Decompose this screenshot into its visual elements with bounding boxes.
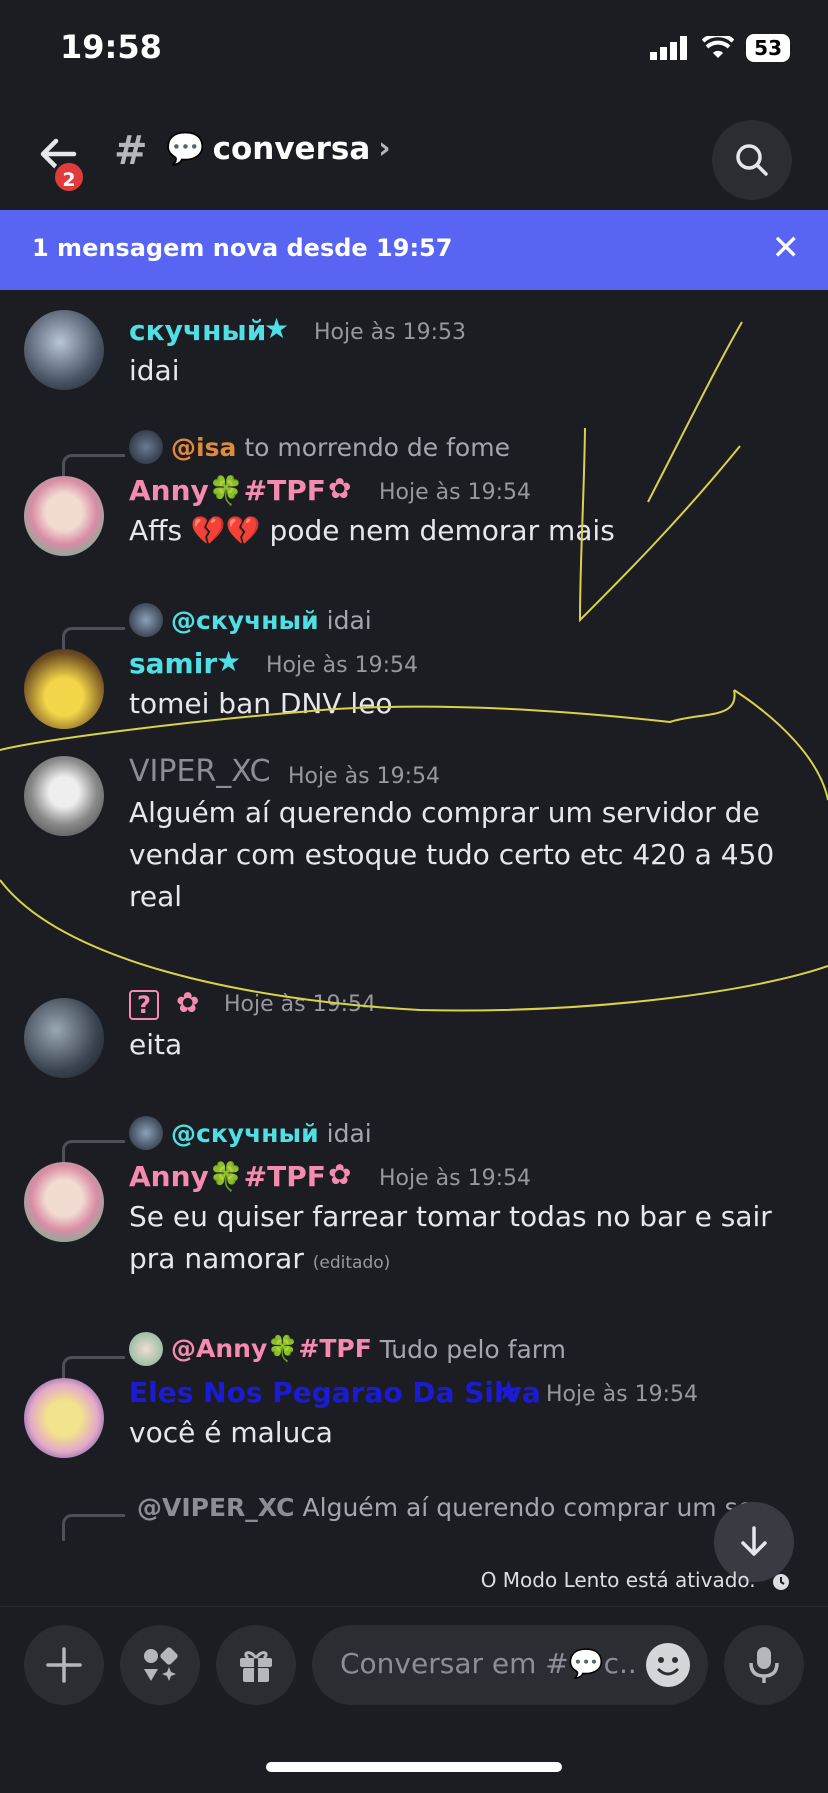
wifi-icon <box>702 36 735 58</box>
chevron-right-icon: › <box>378 131 391 166</box>
emoji-button[interactable] <box>646 1643 690 1687</box>
reply-text: to morrendo de fome <box>244 432 510 462</box>
edited-label: (editado) <box>312 1253 391 1273</box>
reply-preview[interactable]: @VIPER_XC Alguém aí querendo comprar um … <box>129 1490 749 1524</box>
reply-text: Alguém aí querendo comprar um servidor d… <box>302 1492 749 1522</box>
username[interactable]: Anny🍀#TPF <box>129 474 326 507</box>
message-text: Alguém aí querendo comprar um servidor d… <box>129 796 775 913</box>
reply-avatar <box>129 430 163 464</box>
avatar[interactable] <box>24 649 104 729</box>
hash-icon: # <box>114 128 148 174</box>
search-button[interactable] <box>712 120 792 200</box>
slow-mode-text: O Modo Lento está ativado. <box>480 1568 756 1592</box>
reply-text: idai <box>326 1118 372 1148</box>
username[interactable]: VIPER_XC <box>129 754 271 789</box>
reply-text: idai <box>326 605 372 635</box>
reply-username: @скучный <box>171 1118 319 1148</box>
message-text: você é maluca <box>129 1416 333 1449</box>
role-flower-icon: ✿ <box>328 472 352 505</box>
avatar[interactable] <box>24 310 104 390</box>
message-body: Se eu quiser farrear tomar todas no bar … <box>129 1200 772 1275</box>
reply-username: @isa <box>171 432 237 462</box>
username[interactable]: ? <box>129 990 159 1020</box>
avatar[interactable] <box>24 998 104 1078</box>
channel-name: conversa <box>212 130 371 167</box>
timestamp: Hoje às 19:54 <box>379 480 531 505</box>
home-indicator <box>266 1762 562 1772</box>
role-star-icon: ★ <box>264 312 290 345</box>
message-text: eita <box>129 1028 183 1061</box>
username[interactable]: Eles Nos Pegarao Da Silva <box>129 1376 541 1409</box>
gift-button[interactable] <box>216 1625 296 1705</box>
reply-connector <box>62 1514 125 1541</box>
role-flower-icon: ✿ <box>328 1158 352 1191</box>
apps-button[interactable] <box>120 1625 200 1705</box>
timestamp: Hoje às 19:54 <box>546 1382 698 1407</box>
message-input[interactable]: Conversar em #💬c.. <box>312 1625 708 1705</box>
reply-avatar <box>129 1116 163 1150</box>
message-input-placeholder: Conversar em #💬c.. <box>340 1647 637 1680</box>
slow-mode-notice: O Modo Lento está ativado. <box>481 1568 790 1592</box>
timestamp: Hoje às 19:53 <box>314 320 466 345</box>
message-text: idai <box>129 354 180 387</box>
message-text: Affs 💔💔 pode nem demorar mais <box>129 514 615 547</box>
add-attachment-button[interactable] <box>24 1625 104 1705</box>
avatar[interactable] <box>24 476 104 556</box>
gift-icon <box>240 1651 272 1682</box>
username[interactable]: скучный <box>129 314 266 347</box>
avatar[interactable] <box>24 1378 104 1458</box>
channel-header: 2 # 💬 conversa › <box>0 100 828 210</box>
signal-icon <box>650 36 688 60</box>
avatar[interactable] <box>24 756 104 836</box>
role-flower-icon: ✿ <box>176 986 200 1019</box>
avatar[interactable] <box>24 1162 104 1242</box>
reply-username: @VIPER_XC <box>137 1492 295 1522</box>
message-text: tomei ban DNV leo <box>129 687 393 720</box>
message-text: Se eu quiser farrear tomar todas no bar … <box>129 1196 779 1284</box>
reply-avatar <box>129 603 163 637</box>
voice-message-button[interactable] <box>724 1625 804 1705</box>
speech-bubble-icon: 💬 <box>166 131 205 167</box>
battery-indicator: 53 <box>746 34 790 62</box>
apps-icon <box>144 1647 178 1681</box>
status-icons: 53 <box>650 34 790 62</box>
username[interactable]: Anny🍀#TPF <box>129 1160 326 1193</box>
reply-preview[interactable]: @isa to morrendo de fome <box>129 430 510 464</box>
new-messages-text: 1 mensagem nova desde 19:57 <box>32 234 453 262</box>
reply-username: @скучный <box>171 605 319 635</box>
new-messages-banner[interactable]: 1 mensagem nova desde 19:57 ✕ <box>0 210 828 290</box>
plus-icon <box>46 1647 82 1683</box>
role-star-icon: ★ <box>216 645 242 678</box>
close-icon[interactable]: ✕ <box>772 228 801 268</box>
reply-text: Tudo pelo farm <box>379 1334 566 1364</box>
arrow-down-icon <box>741 1526 767 1556</box>
clock-icon <box>773 1573 789 1590</box>
reply-preview[interactable]: @скучный idai <box>129 603 372 637</box>
username[interactable]: samir <box>129 647 217 680</box>
unread-badge: 2 <box>52 160 86 194</box>
reply-avatar <box>129 1332 163 1366</box>
reply-preview[interactable]: @скучный idai <box>129 1116 372 1150</box>
microphone-icon <box>749 1647 779 1683</box>
timestamp: Hoje às 19:54 <box>266 653 418 678</box>
search-icon <box>736 144 768 176</box>
timestamp: Hoje às 19:54 <box>224 992 376 1017</box>
message-list[interactable]: скучный ★ Hoje às 19:53 idai @isa to mor… <box>0 290 828 1570</box>
smiley-icon <box>656 1657 680 1676</box>
timestamp: Hoje às 19:54 <box>379 1166 531 1191</box>
reply-username: @Anny🍀#TPF <box>171 1334 372 1363</box>
channel-title[interactable]: 💬 conversa › <box>166 130 391 168</box>
timestamp: Hoje às 19:54 <box>288 764 440 789</box>
reply-preview[interactable]: @Anny🍀#TPF Tudo pelo farm <box>129 1332 566 1366</box>
role-star-icon: ★ <box>496 1374 522 1407</box>
status-time: 19:58 <box>60 28 162 66</box>
status-bar: 19:58 53 <box>0 0 828 100</box>
